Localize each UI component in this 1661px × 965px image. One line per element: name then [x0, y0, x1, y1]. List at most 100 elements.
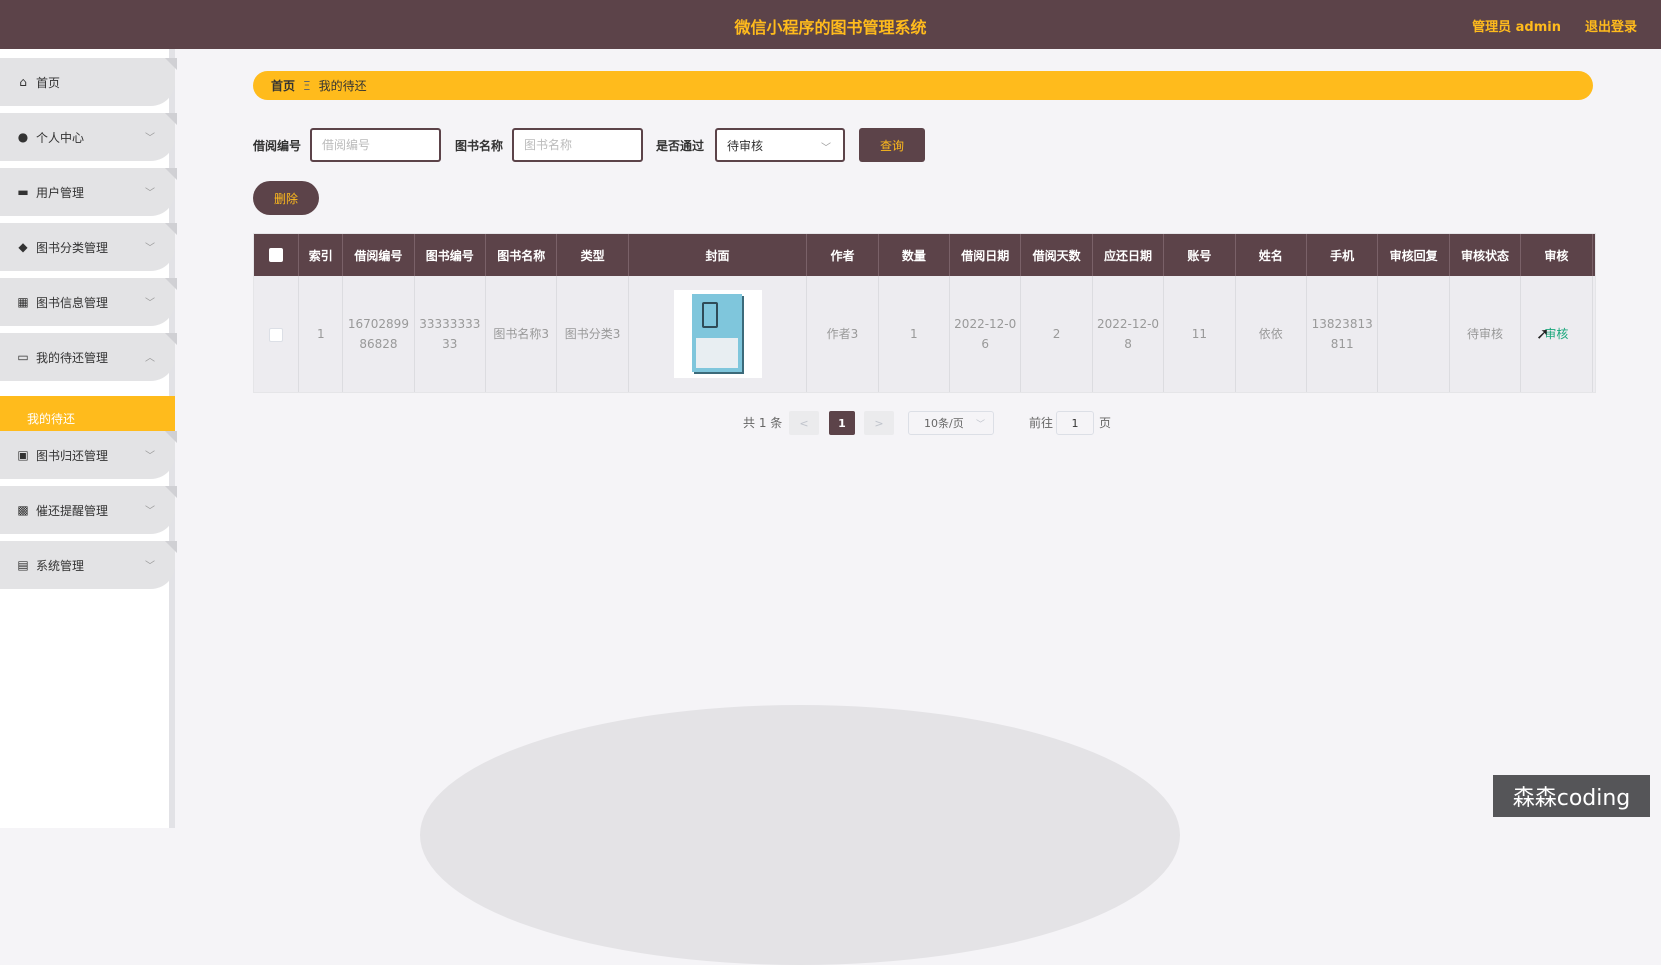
- chevron-down-icon: ﹀: [145, 561, 155, 572]
- chevron-down-icon: ﹀: [145, 133, 155, 144]
- column-header: 索引: [298, 234, 344, 276]
- column-header: 审核回复: [1377, 234, 1450, 276]
- page-size-select[interactable]: 10条/页 ﹀: [908, 411, 994, 435]
- chevron-down-icon: ﹀: [975, 420, 985, 430]
- pagination-prev-button[interactable]: <: [789, 411, 819, 435]
- grid-icon: ▦: [17, 295, 29, 309]
- column-header: 姓名: [1235, 234, 1307, 276]
- cell-reply: [1377, 276, 1450, 392]
- watermark: 森森coding: [1493, 775, 1650, 817]
- chevron-down-icon: ﹀: [145, 506, 155, 517]
- data-table: 索引 借阅编号 图书编号 图书名称 类型 封面 作者 数量 借阅日期 借阅天数 …: [253, 233, 1596, 393]
- pin-icon: ◆: [18, 240, 28, 254]
- sidebar-item-my-pending-return[interactable]: ▭ 我的待还管理 ︿: [0, 333, 177, 381]
- sidebar-item-label: 图书分类管理: [36, 240, 109, 255]
- breadcrumb-current: 我的待还: [318, 79, 367, 93]
- select-all-header[interactable]: [254, 234, 300, 276]
- sidebar-item-label: 催还提醒管理: [36, 503, 109, 518]
- pagination-total: 共 1 条: [743, 416, 783, 430]
- breadcrumb-separator: Ξ: [303, 78, 311, 93]
- cell-name: 依依: [1235, 276, 1307, 392]
- chevron-down-icon: ﹀: [145, 298, 155, 309]
- column-header-actions: [1592, 234, 1595, 276]
- pagination-page-suffix: 页: [1099, 416, 1112, 430]
- cell-index: 1: [298, 276, 344, 392]
- sidebar-item-reminder[interactable]: ▩ 催还提醒管理 ﹀: [0, 486, 177, 534]
- sidebar-item-personal-center[interactable]: ● 个人中心 ﹀: [0, 113, 177, 161]
- cell-status: 待审核: [1449, 276, 1522, 392]
- user-icon: ●: [17, 130, 29, 144]
- table-header-row: 索引 借阅编号 图书编号 图书名称 类型 封面 作者 数量 借阅日期 借阅天数 …: [254, 234, 1595, 276]
- chat-icon: ▭: [17, 350, 29, 364]
- row-select-cell[interactable]: [254, 276, 300, 392]
- column-header: 审核状态: [1449, 234, 1522, 276]
- book-cover-image: [673, 290, 762, 378]
- chevron-down-icon: ﹀: [145, 188, 155, 199]
- sidebar-item-label: 图书归还管理: [36, 448, 109, 463]
- column-header: 手机: [1306, 234, 1379, 276]
- column-header: 类型: [556, 234, 629, 276]
- cell-review: 审核: [1520, 276, 1593, 392]
- breadcrumb-home[interactable]: 首页: [271, 77, 295, 94]
- sidebar-item-book-info[interactable]: ▦ 图书信息管理 ﹀: [0, 278, 177, 326]
- sidebar-item-label: 系统管理: [36, 558, 85, 573]
- clipboard-x-icon: ▣: [17, 448, 29, 462]
- cell-book-name: 图书名称3: [485, 276, 558, 392]
- cell-book-no: 3333333333: [414, 276, 487, 392]
- pagination-goto-label: 前往: [1029, 416, 1054, 430]
- sidebar-item-user-management[interactable]: ▬ 用户管理 ﹀: [0, 168, 177, 216]
- book-name-label: 图书名称: [455, 139, 504, 153]
- logout-link[interactable]: 退出登录: [1585, 16, 1637, 35]
- sidebar-item-system[interactable]: ▤ 系统管理 ﹀: [0, 541, 177, 589]
- book-illustration: [691, 294, 742, 372]
- column-header: 封面: [628, 234, 808, 276]
- borrow-no-input[interactable]: [310, 128, 441, 162]
- sidebar-item-label: 首页: [36, 75, 61, 90]
- column-header: 图书编号: [414, 234, 487, 276]
- sidebar-item-book-category[interactable]: ◆ 图书分类管理 ﹀: [0, 223, 177, 271]
- cell-phone: 13823813811: [1306, 276, 1379, 392]
- chevron-down-icon: ﹀: [821, 143, 831, 154]
- column-header: 借阅编号: [342, 234, 415, 276]
- cell-quantity: 1: [878, 276, 951, 392]
- cell-due-date: 2022-12-08: [1092, 276, 1165, 392]
- mouse-cursor-icon: ➚: [1536, 324, 1550, 343]
- approved-select[interactable]: 待审核 ﹀: [715, 128, 845, 162]
- borrow-no-label: 借阅编号: [253, 139, 302, 153]
- query-button[interactable]: 查询: [859, 128, 925, 162]
- home-icon: ⌂: [19, 75, 27, 89]
- book-name-input[interactable]: [512, 128, 643, 162]
- cell-type: 图书分类3: [556, 276, 629, 392]
- chevron-down-icon: ﹀: [145, 243, 155, 254]
- approved-label: 是否通过: [656, 139, 705, 153]
- monitor-icon: ▬: [17, 185, 29, 199]
- delete-button[interactable]: 删除: [253, 181, 319, 215]
- cell-borrow-no: 1670289986828: [342, 276, 415, 392]
- column-header: 数量: [878, 234, 951, 276]
- app-title: 微信小程序的图书管理系统: [734, 18, 927, 37]
- cell-author: 作者3: [806, 276, 879, 392]
- column-header: 审核: [1520, 234, 1593, 276]
- sidebar-item-label: 图书信息管理: [36, 295, 109, 310]
- sidebar-item-label: 我的待还管理: [36, 350, 109, 365]
- sidebar-item-label: 个人中心: [36, 130, 85, 145]
- column-header: 图书名称: [485, 234, 558, 276]
- admin-label: 管理员 admin: [1472, 20, 1561, 35]
- column-header: 作者: [806, 234, 879, 276]
- pagination-page-1[interactable]: 1: [829, 411, 855, 435]
- column-header: 账号: [1163, 234, 1236, 276]
- apps-icon: ▩: [17, 503, 29, 517]
- background-wave: [420, 705, 1180, 965]
- top-header: 微信小程序的图书管理系统 管理员 admin 退出登录: [0, 0, 1661, 49]
- select-all-checkbox[interactable]: [269, 248, 284, 263]
- sidebar-item-home[interactable]: ⌂ 首页: [0, 58, 177, 106]
- cell-account: 11: [1163, 276, 1236, 392]
- row-checkbox[interactable]: [269, 327, 284, 342]
- sidebar-item-book-return[interactable]: ▣ 图书归还管理 ﹀: [0, 431, 177, 479]
- cell-borrow-date: 2022-12-06: [949, 276, 1022, 392]
- pagination-next-button[interactable]: >: [864, 411, 894, 435]
- column-header: 应还日期: [1092, 234, 1165, 276]
- cell-actions: [1592, 276, 1595, 392]
- pagination-goto-input[interactable]: 1: [1056, 411, 1094, 435]
- cell-cover: [628, 276, 808, 392]
